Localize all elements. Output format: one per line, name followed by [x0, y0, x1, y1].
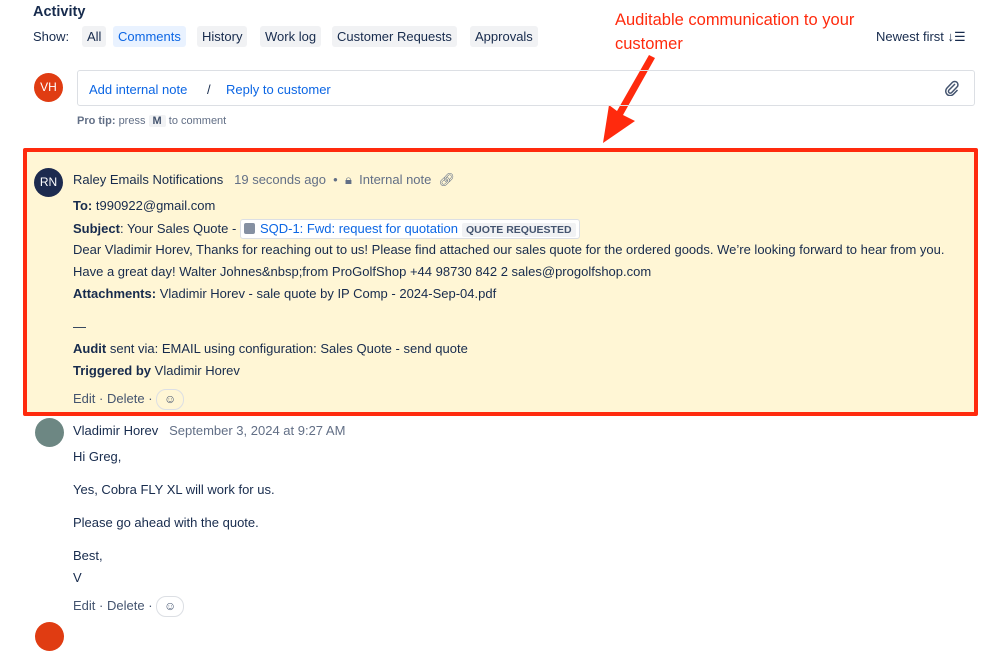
sort-label: Newest first	[876, 29, 944, 44]
reply-to-customer-link[interactable]: Reply to customer	[226, 82, 331, 97]
body-line: V	[73, 570, 82, 585]
comment-actions: Edit · Delete · ☺	[73, 389, 184, 410]
comment-header: Raley Emails Notifications 19 seconds ag…	[73, 172, 455, 188]
add-reaction-icon[interactable]: ☺	[156, 596, 184, 617]
avatar: RN	[34, 168, 63, 197]
body-line: Hi Greg,	[73, 449, 121, 464]
avatar	[35, 622, 64, 651]
subject-line: Subject: Your Sales Quote - SQD-1: Fwd: …	[73, 219, 580, 239]
sort-button[interactable]: Newest first ↓☰	[876, 29, 966, 45]
filter-history[interactable]: History	[197, 26, 247, 47]
body-line: Please go ahead with the quote.	[73, 515, 259, 530]
add-internal-note-link[interactable]: Add internal note	[89, 82, 187, 97]
filter-approvals[interactable]: Approvals	[470, 26, 538, 47]
shortcut-key: M	[149, 115, 166, 127]
link-icon[interactable]: 🔗︎	[439, 172, 456, 187]
filter-comments[interactable]: Comments	[113, 26, 186, 47]
delete-button[interactable]: Delete	[107, 598, 145, 613]
delete-button[interactable]: Delete	[107, 391, 145, 406]
comment-header: Vladimir Horev September 3, 2024 at 9:27…	[73, 423, 345, 438]
to-line: To: t990922@gmail.com	[73, 198, 215, 213]
show-label: Show:	[33, 29, 69, 44]
status-badge: QUOTE REQUESTED	[462, 223, 576, 237]
edit-button[interactable]: Edit	[73, 598, 95, 613]
body-line: Best,	[73, 548, 103, 563]
audit-line: Audit sent via: EMAIL using configuratio…	[73, 341, 468, 356]
comment-author[interactable]: Vladimir Horev	[73, 423, 158, 438]
pro-tip: Pro tip: press M to comment	[77, 115, 226, 127]
filter-all[interactable]: All	[82, 26, 106, 47]
comment-editor[interactable]: Add internal note / Reply to customer	[77, 70, 975, 106]
divider-dash: —	[73, 319, 86, 334]
add-reaction-icon[interactable]: ☺	[156, 389, 184, 410]
lock-icon: 🔒︎	[345, 172, 352, 187]
annotation-text: Auditable communication to your customer	[615, 8, 885, 56]
comment-time[interactable]: 19 seconds ago	[234, 172, 326, 187]
issue-type-icon	[244, 223, 255, 234]
comment-time[interactable]: September 3, 2024 at 9:27 AM	[169, 423, 345, 438]
paperclip-icon[interactable]	[944, 80, 960, 96]
comment-author[interactable]: Raley Emails Notifications	[73, 172, 223, 187]
activity-title: Activity	[33, 4, 85, 20]
avatar: VH	[34, 73, 63, 102]
issue-link[interactable]: SQD-1: Fwd: request for quotationQUOTE R…	[240, 219, 580, 239]
avatar	[35, 418, 64, 447]
visibility-label: Internal note	[359, 172, 431, 187]
body-line: Have a great day! Walter Johnes&nbsp;fro…	[73, 264, 651, 279]
triggered-line: Triggered by Vladimir Horev	[73, 363, 240, 378]
filter-work-log[interactable]: Work log	[260, 26, 321, 47]
body-line: Yes, Cobra FLY XL will work for us.	[73, 482, 275, 497]
body-line: Dear Vladimir Horev, Thanks for reaching…	[73, 242, 944, 257]
comment-actions: Edit · Delete · ☺	[73, 596, 184, 617]
sort-icon: ↓☰	[948, 29, 966, 44]
attachments-line: Attachments: Vladimir Horev - sale quote…	[73, 286, 496, 301]
filter-customer-requests[interactable]: Customer Requests	[332, 26, 457, 47]
edit-button[interactable]: Edit	[73, 391, 95, 406]
separator: /	[207, 82, 211, 97]
